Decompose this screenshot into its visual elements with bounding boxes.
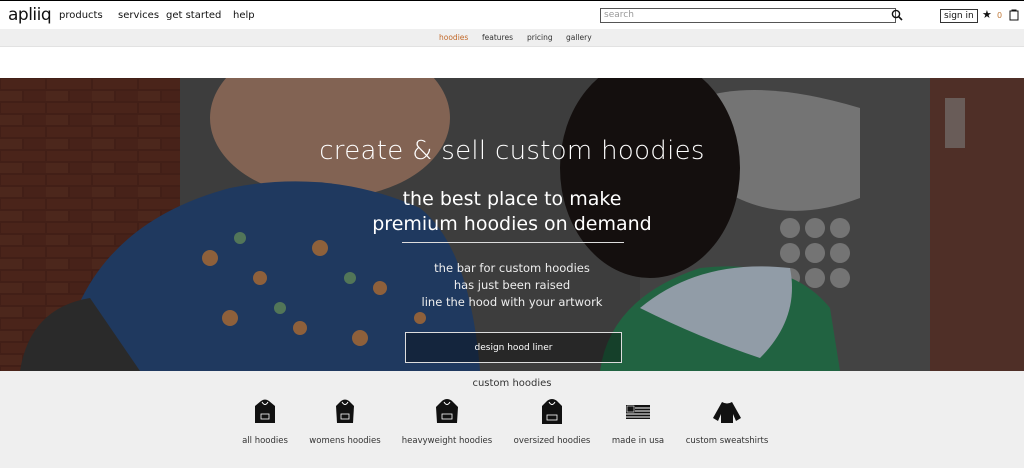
search-icon[interactable] [891,9,903,21]
heavyweight-hoodie-icon [436,399,458,423]
design-hood-liner-button[interactable]: design hood liner [405,332,622,363]
subnav-hoodies[interactable]: hoodies [439,33,468,42]
subnav-gallery[interactable]: gallery [566,33,592,42]
hero-banner: create & sell custom hoodies the best pl… [0,78,1024,371]
cart-count[interactable]: 0 [997,11,1002,20]
hero-body-line3: line the hood with your artwork [421,295,603,309]
nav-get-started[interactable]: get started [166,10,221,21]
category-title: custom hoodies [472,378,552,389]
womens-hoodie-icon [336,399,354,423]
category-label: all hoodies [242,436,288,446]
nav-services[interactable]: services [118,10,159,21]
nav-products[interactable]: products [59,10,103,21]
hero-title: create & sell custom hoodies [319,136,705,166]
sub-nav: hoodies features pricing gallery [0,29,1024,47]
hero-body-line1: the bar for custom hoodies [434,261,590,275]
hero-subtitle-line1: the best place to make [402,188,622,210]
hero-divider [402,242,624,243]
apliiq-logo[interactable]: apliiq [8,5,52,25]
subnav-pricing[interactable]: pricing [527,33,553,42]
category-all-hoodies[interactable]: all hoodies [232,399,298,446]
search-input[interactable]: search [600,8,896,23]
category-label: oversized hoodies [513,436,591,446]
hoodie-icon [255,399,275,423]
category-oversized-hoodies[interactable]: oversized hoodies [510,399,594,446]
usa-flag-icon [626,405,650,419]
oversized-hoodie-icon [542,399,562,424]
hero-body-text: the bar for custom hoodies has just been… [0,260,1024,311]
top-nav-bar: apliiq products services get started hel… [0,0,1024,29]
category-heavyweight-hoodies[interactable]: heavyweight hoodies [399,399,495,446]
category-label: custom sweatshirts [685,436,769,446]
category-label: made in usa [611,436,665,446]
subnav-features[interactable]: features [482,33,513,42]
sweatshirt-icon [713,402,741,423]
nav-help[interactable]: help [233,10,255,21]
hero-body-line2: has just been raised [453,278,571,292]
category-womens-hoodies[interactable]: womens hoodies [305,399,385,446]
category-label: womens hoodies [309,436,381,446]
category-label: heavyweight hoodies [401,436,493,446]
hero-subtitle-line2: premium hoodies on demand [372,213,652,235]
sign-in-button[interactable]: sign in [940,9,978,23]
category-strip: custom hoodies all hoodies womens hoodie… [0,371,1024,468]
category-custom-sweatshirts[interactable]: custom sweatshirts [682,399,772,446]
star-icon[interactable]: ★ [982,9,992,21]
category-made-in-usa[interactable]: made in usa [609,399,667,446]
hero-subtitle: the best place to make premium hoodies o… [0,187,1024,237]
cart-icon[interactable] [1008,9,1020,21]
